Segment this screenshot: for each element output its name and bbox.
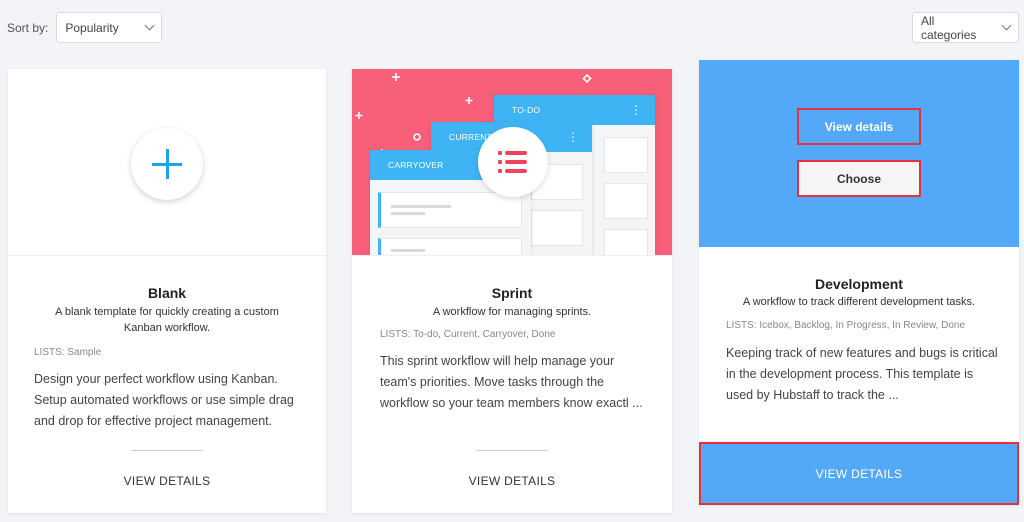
- view-details-link[interactable]: VIEW DETAILS: [352, 474, 672, 488]
- template-card-development[interactable]: View details Choose Development A workfl…: [699, 60, 1019, 505]
- card-preview: TO-DO ⋮ CURRENT ⋮ CARRYOVER: [352, 69, 672, 256]
- card-title: Sprint: [491, 285, 533, 301]
- template-card-blank[interactable]: Blank A blank template for quickly creat…: [8, 69, 326, 513]
- card-body-text: Keeping track of new features and bugs i…: [726, 346, 998, 402]
- card-description: A workflow for managing sprints.: [432, 306, 592, 318]
- card-lists: LISTS: Sample: [34, 347, 102, 358]
- template-card-sprint[interactable]: TO-DO ⋮ CURRENT ⋮ CARRYOVER Sprint A wor…: [352, 69, 672, 513]
- list-icon: [478, 127, 548, 197]
- mini-task-card: [378, 238, 522, 255]
- card-title: Development: [815, 276, 903, 292]
- chevron-down-icon: [144, 20, 155, 31]
- card-preview-overlay: View details Choose: [699, 60, 1019, 247]
- sort-select-value: Popularity: [65, 20, 119, 35]
- category-select-value: All categories: [921, 13, 977, 42]
- plus-icon[interactable]: [131, 128, 203, 200]
- card-body-text: This sprint workflow will help manage yo…: [380, 354, 643, 410]
- view-details-button[interactable]: View details: [797, 108, 921, 145]
- view-details-link[interactable]: VIEW DETAILS: [8, 474, 326, 488]
- mini-task-card: [531, 210, 583, 246]
- card-lists: LISTS: Icebox, Backlog, In Progress, In …: [726, 320, 966, 331]
- card-preview: [8, 69, 326, 256]
- sort-select[interactable]: Popularity: [56, 12, 163, 43]
- card-title: Blank: [147, 285, 187, 301]
- card-description: A workflow to track different developmen…: [742, 296, 976, 308]
- list-column-title: TO-DO: [512, 105, 541, 115]
- card-description: A blank template for quickly creating a …: [55, 306, 279, 334]
- mini-task-card: [604, 229, 648, 255]
- mini-task-card: [604, 137, 648, 173]
- choose-button[interactable]: Choose: [797, 160, 921, 197]
- divider: [476, 450, 548, 451]
- chevron-down-icon: [1001, 20, 1012, 31]
- list-column-title: CARRYOVER: [388, 160, 444, 170]
- mini-task-card: [604, 183, 648, 219]
- category-select[interactable]: All categories: [912, 12, 1019, 43]
- more-options-icon: ⋮: [630, 103, 642, 117]
- card-body-text: Design your perfect workflow using Kanba…: [34, 372, 294, 428]
- sort-label: Sort by:: [7, 20, 49, 35]
- view-details-footer-button[interactable]: VIEW DETAILS: [699, 442, 1019, 505]
- card-lists: LISTS: To-do, Current, Carryover, Done: [380, 329, 556, 340]
- divider: [131, 450, 203, 451]
- sort-bar: Sort by: Popularity: [7, 12, 163, 43]
- mini-task-card: [378, 192, 522, 228]
- more-options-icon: ⋮: [567, 130, 579, 144]
